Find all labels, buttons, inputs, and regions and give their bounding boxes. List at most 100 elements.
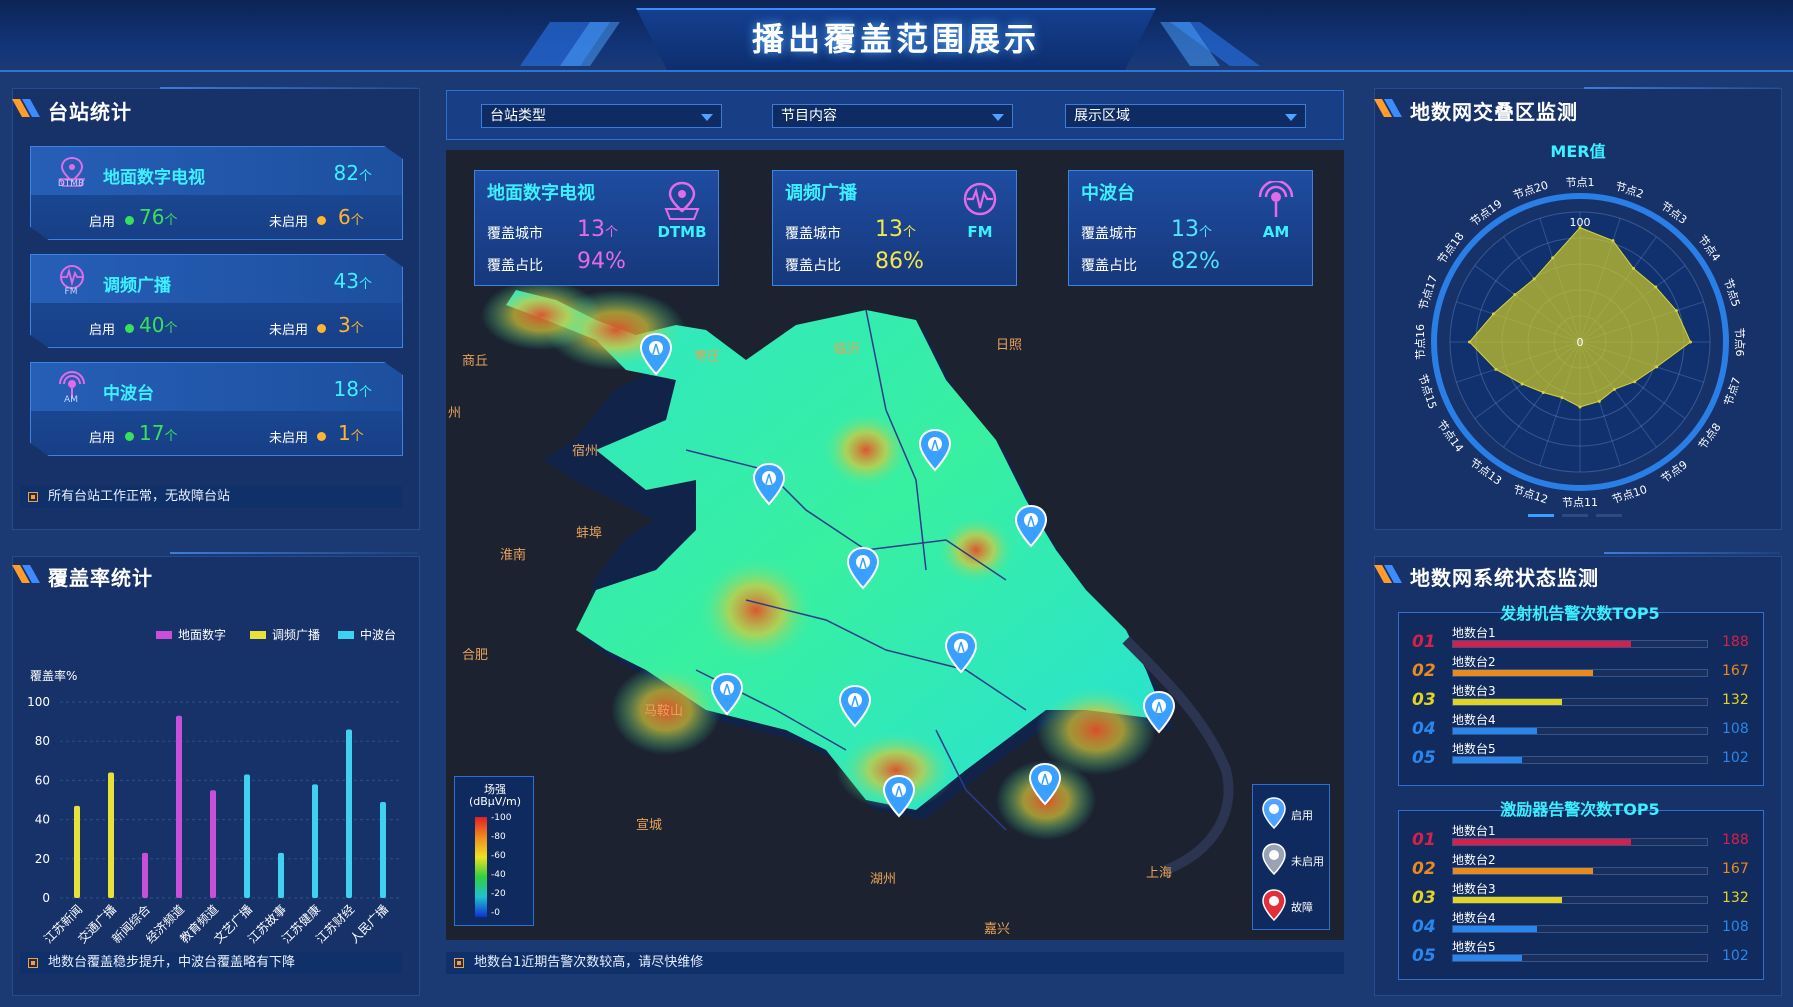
bar[interactable]: [74, 805, 80, 898]
station-card-fm[interactable]: FM 调频广播 43个 启用 40个 未启用 3个: [30, 254, 403, 348]
bar[interactable]: [142, 852, 148, 898]
coverage-card-am[interactable]: 中波台 AM 覆盖城市 13个 覆盖占比 82%: [1068, 170, 1313, 286]
alarm-count: 102: [1722, 750, 1749, 766]
bar[interactable]: [380, 801, 386, 898]
top5-row[interactable]: 03 地数台3 132: [1398, 880, 1764, 908]
top5-row[interactable]: 01 地数台1 188: [1398, 822, 1764, 850]
alarm-bar-fill: [1453, 641, 1631, 647]
mer-point[interactable]: [1654, 285, 1658, 289]
coverage-card-fm[interactable]: 调频广播 FM 覆盖城市 13个 覆盖占比 86%: [772, 170, 1017, 286]
station-status-legend: 启用 未启用 故障: [1252, 784, 1330, 930]
station-pin-icon[interactable]: [1142, 690, 1176, 734]
top5-row[interactable]: 04 地数台4 108: [1398, 909, 1764, 937]
rank-number: 01: [1412, 830, 1436, 850]
coverage-bar-chart: 覆盖率%020406080100江苏新闻交通广播新闻综合经济频道教育频道文艺广播…: [27, 668, 400, 946]
disabled-count: 1个: [338, 421, 364, 445]
system-status-title: 地数网系统状态监测: [1410, 566, 1599, 590]
mer-point[interactable]: [1520, 382, 1524, 386]
bar[interactable]: [312, 784, 318, 898]
station-pin-icon[interactable]: [710, 672, 744, 716]
mer-point[interactable]: [1633, 380, 1637, 384]
mer-point[interactable]: [1631, 266, 1635, 270]
top5-row[interactable]: 05 地数台5 102: [1398, 740, 1764, 768]
top5-row[interactable]: 01 地数台1 188: [1398, 624, 1764, 652]
am-icon-label: AM: [1262, 223, 1290, 241]
carousel-dot[interactable]: [1596, 514, 1622, 517]
bar[interactable]: [346, 729, 352, 898]
mer-point[interactable]: [1611, 239, 1615, 243]
mer-point[interactable]: [1612, 387, 1616, 391]
mer-point[interactable]: [1689, 340, 1692, 344]
station-pin-icon[interactable]: [944, 630, 978, 674]
carousel-dot-active[interactable]: [1528, 514, 1554, 517]
top5-row[interactable]: 05 地数台5 102: [1398, 938, 1764, 966]
station-card-am[interactable]: AM 中波台 18个 启用 17个 未启用 1个: [30, 362, 403, 456]
bar[interactable]: [210, 790, 216, 898]
alarm-bar-fill: [1453, 926, 1537, 932]
top5-row[interactable]: 03 地数台3 132: [1398, 682, 1764, 710]
station-pin-icon[interactable]: [882, 774, 916, 818]
station-pin-icon[interactable]: [846, 546, 880, 590]
station-pin-icon[interactable]: [752, 462, 786, 506]
mer-point[interactable]: [1560, 396, 1564, 400]
mer-point[interactable]: [1468, 340, 1471, 344]
mer-point[interactable]: [1597, 399, 1601, 403]
legend-tick: -0: [491, 908, 500, 918]
bar[interactable]: [278, 852, 284, 898]
legend-tick: -40: [491, 870, 506, 880]
alarm-bar-track: [1452, 867, 1708, 875]
station-total: 18个: [333, 377, 372, 401]
mer-point[interactable]: [1655, 365, 1659, 369]
mer-point[interactable]: [1532, 277, 1536, 281]
mer-point[interactable]: [1513, 293, 1517, 297]
carousel-dot[interactable]: [1562, 514, 1588, 517]
legend-swatch: [250, 631, 266, 639]
station-stats-title: 台站统计: [48, 100, 132, 124]
rank-number: 02: [1412, 661, 1436, 681]
coverage-card-dtmb[interactable]: 地面数字电视 DTMB 覆盖城市 13个 覆盖占比 94%: [474, 170, 719, 286]
station-card-dtmb[interactable]: DTMB 地面数字电视 82个 启用 76个 未启用 6个: [30, 146, 403, 240]
station-type-select[interactable]: 台站类型: [481, 104, 722, 128]
disabled-count: 3个: [338, 313, 364, 337]
y-tick-label: 0: [42, 891, 50, 905]
program-content-select[interactable]: 节目内容: [772, 104, 1013, 128]
alarm-bar-track: [1452, 727, 1708, 735]
covered-cities-value: 13个: [577, 217, 619, 242]
coverage-ratio-value: 86%: [875, 249, 924, 274]
mer-point[interactable]: [1578, 405, 1582, 409]
top5-row[interactable]: 02 地数台2 167: [1398, 653, 1764, 681]
display-region-select[interactable]: 展示区域: [1065, 104, 1306, 128]
legend-fm: 调频广播: [250, 626, 320, 643]
alarm-bar-track: [1452, 925, 1708, 933]
radar-node-label: 节点5: [1721, 277, 1742, 309]
disabled-dot: [317, 324, 326, 333]
am-antenna-icon: [1258, 181, 1294, 217]
mer-point[interactable]: [1551, 256, 1555, 260]
legend-enabled-label: 启用: [1291, 809, 1313, 822]
rank-number: 04: [1412, 917, 1436, 937]
top5-row[interactable]: 04 地数台4 108: [1398, 711, 1764, 739]
mer-point[interactable]: [1491, 312, 1495, 316]
station-pin-icon[interactable]: [639, 332, 673, 376]
disabled-dot: [317, 216, 326, 225]
station-name: 地数台5: [1452, 742, 1496, 756]
bar[interactable]: [244, 774, 250, 898]
enabled-dot: [125, 216, 134, 225]
mer-point[interactable]: [1541, 390, 1545, 394]
bar[interactable]: [176, 715, 182, 898]
station-name: 地数台2: [1452, 853, 1496, 867]
station-pin-icon[interactable]: [1014, 504, 1048, 548]
legend-unit: (dBμV/m): [468, 795, 522, 808]
mer-point[interactable]: [1494, 367, 1498, 371]
station-pin-icon[interactable]: [1028, 762, 1062, 806]
covered-cities-value: 13个: [1171, 217, 1213, 242]
legend-fault-label: 故障: [1291, 901, 1313, 914]
enabled-count: 17个: [139, 421, 178, 445]
rank-number: 03: [1412, 690, 1436, 710]
station-pin-icon[interactable]: [918, 428, 952, 472]
alarm-count: 188: [1722, 634, 1749, 650]
station-pin-icon[interactable]: [838, 684, 872, 728]
mer-point[interactable]: [1674, 309, 1678, 313]
bar[interactable]: [108, 772, 114, 898]
top5-row[interactable]: 02 地数台2 167: [1398, 851, 1764, 879]
